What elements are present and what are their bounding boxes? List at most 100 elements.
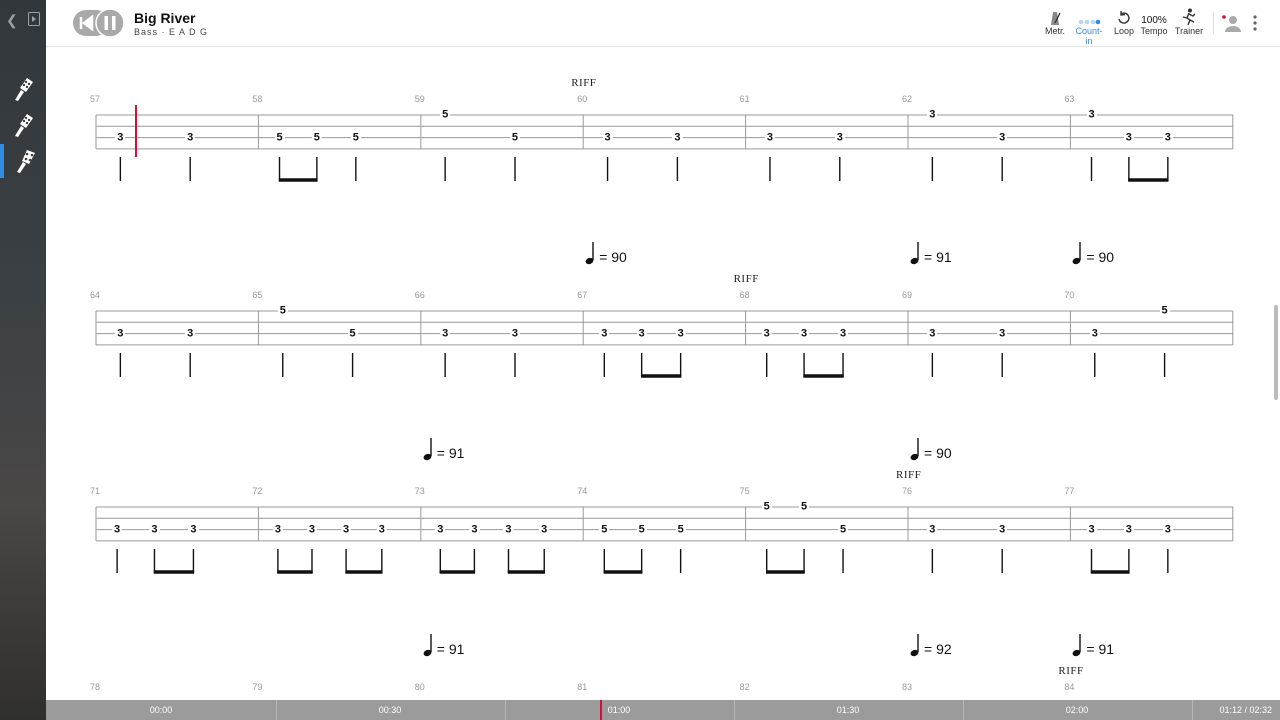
- fret-number[interactable]: 5: [837, 524, 849, 536]
- tempo-button[interactable]: 100% Tempo: [1140, 8, 1168, 36]
- fret-number[interactable]: 3: [1162, 524, 1173, 536]
- fret-number[interactable]: 3: [1162, 132, 1173, 144]
- fret-number[interactable]: 5: [761, 501, 772, 513]
- fret-number[interactable]: 3: [376, 524, 387, 536]
- riff-marker: RIFF: [733, 273, 759, 285]
- fret-number[interactable]: 3: [272, 524, 283, 536]
- fret-number[interactable]: 3: [799, 328, 810, 340]
- fret-number[interactable]: 3: [927, 524, 938, 536]
- fret-number[interactable]: 3: [602, 132, 613, 144]
- tablature-score[interactable]: 57 3 3 58 5 5 5 59 5 5 60 3 3 61 3 3 62 3 3 63 3 3 3 RIFF 64 3 3 65…: [46, 47, 1280, 700]
- fret-number[interactable]: 5: [440, 109, 451, 121]
- instrument-track-guitar-1[interactable]: [0, 72, 46, 106]
- measure-number: 58: [252, 94, 263, 104]
- fret-number[interactable]: 3: [1089, 328, 1100, 340]
- more-menu-button[interactable]: [1252, 14, 1258, 37]
- fret-number[interactable]: 3: [469, 524, 480, 536]
- tempo-value: = 90: [924, 445, 952, 461]
- fret-number[interactable]: 5: [347, 328, 358, 340]
- measure-number: 65: [252, 290, 263, 300]
- measure-number: 72: [252, 486, 263, 496]
- tempo-percentage: 100%: [1141, 15, 1167, 26]
- fret-number[interactable]: 3: [599, 328, 610, 340]
- fret-number[interactable]: 3: [112, 524, 123, 536]
- fret-number[interactable]: 3: [503, 524, 514, 536]
- fret-number[interactable]: 3: [672, 132, 683, 144]
- tempo-marking: = 92: [910, 633, 952, 657]
- tempo-marking: = 90: [1072, 241, 1114, 265]
- collapse-panel-icon[interactable]: [27, 12, 40, 29]
- instrument-track-bass[interactable]: [0, 144, 46, 178]
- riff-marker: RIFF: [571, 77, 597, 89]
- fret-number[interactable]: 5: [675, 524, 686, 536]
- instrument-track-guitar-2[interactable]: [0, 108, 46, 142]
- fret-number[interactable]: 3: [149, 524, 160, 536]
- fret-number[interactable]: 3: [764, 132, 776, 144]
- tempo-marking: = 91: [423, 633, 464, 657]
- timeline-marker: 02:00: [1065, 705, 1089, 715]
- metronome-icon: [1051, 12, 1061, 25]
- measure-number: 75: [739, 486, 750, 496]
- timeline-divider: [734, 700, 735, 720]
- timeline-playhead[interactable]: [600, 700, 602, 720]
- quarter-note-icon: [585, 242, 594, 265]
- playback-position: 01:12 / 02:32: [1219, 705, 1272, 715]
- fret-number[interactable]: 3: [834, 132, 845, 144]
- vertical-scrollbar[interactable]: [1274, 305, 1278, 400]
- fret-number[interactable]: 3: [837, 328, 849, 340]
- fret-number[interactable]: 3: [185, 328, 196, 340]
- timeline-divider: [505, 700, 506, 720]
- fret-number[interactable]: 3: [927, 109, 938, 121]
- fret-number[interactable]: 5: [599, 524, 610, 536]
- fret-number[interactable]: 3: [115, 328, 126, 340]
- fret-number[interactable]: 3: [997, 328, 1008, 340]
- fret-number[interactable]: 3: [997, 524, 1008, 536]
- quarter-note-icon: [1072, 242, 1082, 265]
- count-in-button[interactable]: Count-in: [1072, 8, 1106, 46]
- fret-number[interactable]: 5: [636, 524, 647, 536]
- fret-number[interactable]: 3: [509, 328, 521, 340]
- fret-number[interactable]: 5: [274, 132, 285, 144]
- sidebar-top-controls: ❮: [6, 12, 40, 29]
- fret-number[interactable]: 5: [509, 132, 521, 144]
- riff-marker: RIFF: [896, 469, 922, 481]
- back-chevron-icon[interactable]: ❮: [6, 12, 18, 29]
- instrument-sidebar: ❮: [0, 0, 46, 720]
- fret-number[interactable]: 3: [997, 132, 1008, 144]
- quarter-note-icon: [423, 438, 432, 461]
- toolbar-divider: [1213, 12, 1214, 34]
- tempo-value: = 91: [436, 445, 465, 461]
- timeline-divider: [963, 700, 964, 720]
- fret-number[interactable]: 3: [636, 328, 647, 340]
- fret-number[interactable]: 3: [341, 524, 352, 536]
- user-avatar[interactable]: [1221, 13, 1243, 38]
- fret-number[interactable]: 3: [115, 132, 126, 144]
- fret-number[interactable]: 3: [1123, 132, 1134, 144]
- trainer-button[interactable]: Trainer: [1174, 8, 1204, 36]
- fret-number[interactable]: 3: [185, 132, 196, 144]
- fret-number[interactable]: 3: [440, 328, 451, 340]
- fret-number[interactable]: 3: [927, 328, 938, 340]
- fret-number[interactable]: 5: [799, 501, 810, 513]
- fret-number[interactable]: 5: [1159, 305, 1170, 317]
- fret-number[interactable]: 3: [1086, 524, 1097, 536]
- fret-number[interactable]: 3: [539, 524, 550, 536]
- fret-number[interactable]: 3: [306, 524, 318, 536]
- fret-number[interactable]: 3: [1086, 109, 1097, 121]
- loop-button[interactable]: Loop: [1112, 8, 1136, 36]
- fret-number[interactable]: 3: [761, 328, 772, 340]
- fret-number[interactable]: 5: [311, 132, 322, 144]
- fret-number[interactable]: 3: [188, 524, 199, 536]
- fret-number[interactable]: 3: [435, 524, 446, 536]
- fret-number[interactable]: 5: [350, 132, 361, 144]
- fret-number[interactable]: 5: [277, 305, 288, 317]
- tempo-marking: = 91: [910, 241, 952, 265]
- fret-number[interactable]: 3: [1123, 524, 1134, 536]
- track-tuning: Bass · E A D G: [134, 27, 209, 37]
- song-timeline[interactable]: 01:12 / 02:32 00:00 00:30 01:00 01:30 02:00: [46, 700, 1280, 720]
- pause-button[interactable]: [95, 8, 125, 38]
- transport-controls: [73, 8, 125, 38]
- measure-number: 64: [90, 290, 101, 300]
- fret-number[interactable]: 3: [675, 328, 686, 340]
- metronome-button[interactable]: Metr.: [1042, 8, 1068, 36]
